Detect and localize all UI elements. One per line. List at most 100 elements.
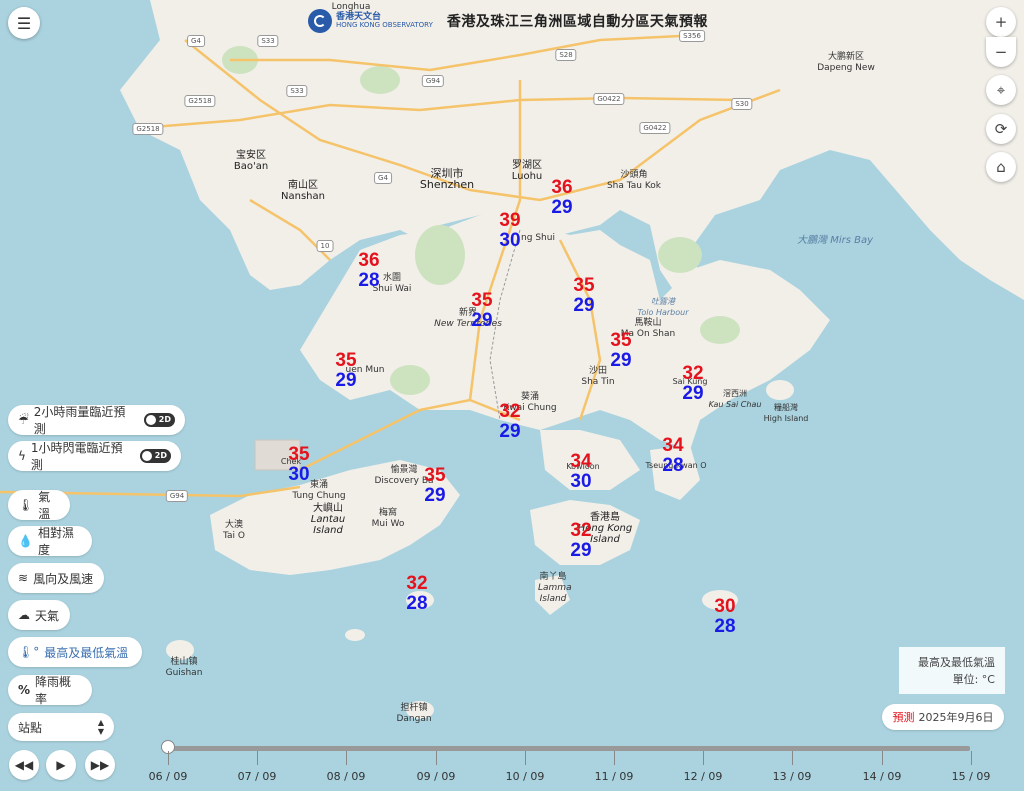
timeline-tick xyxy=(614,751,615,765)
layer-humidity[interactable]: 💧 相對濕度 xyxy=(8,526,92,557)
temp-station[interactable]: 35 29 xyxy=(573,276,594,316)
rewind-button[interactable]: ◀◀ xyxy=(9,750,39,780)
max-temp: 34 xyxy=(570,451,592,472)
timeline-date-label[interactable]: 12 / 09 xyxy=(684,770,723,783)
logo-text-en: HONG KONG OBSERVATORY xyxy=(336,21,433,29)
toggle-2d[interactable]: 2D xyxy=(143,413,175,427)
layer-maxmin-temp[interactable]: 🌡° 最高及最低氣溫 xyxy=(8,637,142,667)
timeline-date-label[interactable]: 09 / 09 xyxy=(417,770,456,783)
lightning-nowcast-toggle[interactable]: ϟ 1小時閃電臨近預測 2D xyxy=(8,441,181,472)
min-temp: 29 xyxy=(424,485,446,506)
timeline-tick xyxy=(792,751,793,765)
min-temp: 30 xyxy=(499,230,521,251)
map-canvas[interactable]: Longhua 宝安区 Bao'an 南山区 Nanshan 深圳市 Shenzhen… xyxy=(0,0,1024,791)
place-muiwo-zh: 梅窩 xyxy=(378,508,397,518)
place-taio-zh: 大澳 xyxy=(224,520,243,530)
temp-station[interactable]: 34 28 xyxy=(662,436,683,476)
road-shield: S28 xyxy=(555,49,577,61)
max-temp: 35 xyxy=(573,275,595,296)
road-shield: G2518 xyxy=(184,95,216,107)
weather-cloud-icon: ☁ xyxy=(18,608,30,622)
land-island xyxy=(345,629,365,641)
play-icon: ▶ xyxy=(56,758,66,772)
min-temp: 28 xyxy=(406,593,428,614)
timeline-tick xyxy=(882,751,883,765)
station-select[interactable]: 站點 ▲ ▼ xyxy=(8,713,114,741)
timeline-date-label[interactable]: 13 / 09 xyxy=(773,770,812,783)
temp-station[interactable]: 36 29 xyxy=(551,178,572,218)
place-luohu: 罗湖区 Luohu xyxy=(512,160,543,182)
temp-station[interactable]: 35 29 xyxy=(471,291,492,331)
timeline-date-label[interactable]: 06 / 09 xyxy=(149,770,188,783)
place-baoan-zh: 宝安区 xyxy=(235,150,266,161)
percent-icon: % xyxy=(18,683,31,697)
rain-nowcast-toggle[interactable]: ☔ 2小時雨量臨近預測 2D xyxy=(8,405,185,436)
temp-station[interactable]: 30 28 xyxy=(714,597,735,637)
place-shenzhen-en: Shenzhen xyxy=(419,178,475,191)
refresh-button[interactable]: ⟳ xyxy=(986,114,1016,144)
temp-station[interactable]: 32 29 xyxy=(499,402,520,442)
place-nanshan: 南山区 Nanshan xyxy=(281,180,325,202)
place-shatin-zh: 沙田 xyxy=(588,366,607,376)
place-toloharbour-zh: 吐露港 xyxy=(651,297,675,306)
layer-wind[interactable]: ≋ 風向及風速 xyxy=(8,563,104,593)
min-temp: 28 xyxy=(662,455,684,476)
timeline-date-label[interactable]: 14 / 09 xyxy=(863,770,902,783)
place-hkisland-zh: 香港島 xyxy=(590,512,620,523)
min-temp: 28 xyxy=(358,270,380,291)
place-tungchung-en: Tung Chung xyxy=(292,491,346,501)
min-temp: 29 xyxy=(471,310,493,331)
place-baoan: 宝安区 Bao'an xyxy=(234,150,268,172)
layer-rain-probability[interactable]: % 降雨概率 xyxy=(8,675,92,706)
timeline-date-label[interactable]: 11 / 09 xyxy=(595,770,634,783)
timeline-track[interactable] xyxy=(165,746,970,751)
layer-temperature[interactable]: 🌡 氣溫 xyxy=(8,490,70,521)
min-temp: 30 xyxy=(570,471,592,492)
place-lamma: 南丫島 Lamma Island xyxy=(538,572,572,605)
timeline-date-label[interactable]: 08 / 09 xyxy=(327,770,366,783)
park-area xyxy=(658,237,702,273)
forecast-date: 2025年9月6日 xyxy=(918,711,994,724)
locate-button[interactable]: ⌖ xyxy=(986,75,1016,105)
temp-station[interactable]: 39 30 xyxy=(499,211,520,251)
temp-station[interactable]: 32 29 xyxy=(570,521,591,561)
park-area xyxy=(390,365,430,395)
temp-station[interactable]: 35 29 xyxy=(610,331,631,371)
rain-nowcast-label: 2小時雨量臨近預測 xyxy=(33,405,126,436)
zoom-in-button[interactable]: + xyxy=(986,7,1016,37)
place-dangan-zh: 担杆镇 xyxy=(400,703,428,713)
zoom-out-button[interactable]: − xyxy=(986,37,1016,67)
home-button[interactable]: ⌂ xyxy=(986,152,1016,182)
min-temp: 29 xyxy=(682,383,704,404)
place-lantau: 大嶼山 Lantau Island xyxy=(308,503,348,536)
select-arrows-icon: ▲ ▼ xyxy=(97,718,104,736)
place-luohu-zh: 罗湖区 xyxy=(512,160,542,171)
temp-station[interactable]: 35 29 xyxy=(424,466,445,506)
temp-station[interactable]: 35 30 xyxy=(288,445,309,485)
place-dapeng-en: Dapeng New xyxy=(817,63,875,73)
timeline-date-label[interactable]: 15 / 09 xyxy=(952,770,991,783)
minus-icon: − xyxy=(994,43,1008,61)
place-dapeng-zh: 大鹏新区 xyxy=(827,52,865,62)
max-temp: 34 xyxy=(662,435,684,456)
temp-station[interactable]: 32 29 xyxy=(682,364,703,404)
timeline-date-label[interactable]: 10 / 09 xyxy=(506,770,545,783)
road-shield: S33 xyxy=(286,85,308,97)
play-button[interactable]: ▶ xyxy=(46,750,76,780)
timeline-date-label[interactable]: 07 / 09 xyxy=(238,770,277,783)
temp-station[interactable]: 32 28 xyxy=(406,574,427,614)
temp-station[interactable]: 34 30 xyxy=(570,452,591,492)
toggle-2d[interactable]: 2D xyxy=(139,449,171,463)
temp-station[interactable]: 36 28 xyxy=(358,251,379,291)
place-lamma-en: Lamma Island xyxy=(538,583,572,604)
menu-button[interactable]: ☰ xyxy=(8,7,40,39)
temp-station[interactable]: 35 29 xyxy=(335,351,356,391)
layer-weather[interactable]: ☁ 天氣 xyxy=(8,600,70,630)
road-shield: G4 xyxy=(187,35,205,47)
plus-icon: + xyxy=(994,13,1008,31)
place-shataukok: 沙頭角 Sha Tau Kok xyxy=(607,170,661,192)
rain-cloud-icon: ☔ xyxy=(18,413,29,427)
min-temp: 29 xyxy=(570,540,592,561)
max-temp: 36 xyxy=(358,250,380,271)
forward-button[interactable]: ▶▶ xyxy=(85,750,115,780)
